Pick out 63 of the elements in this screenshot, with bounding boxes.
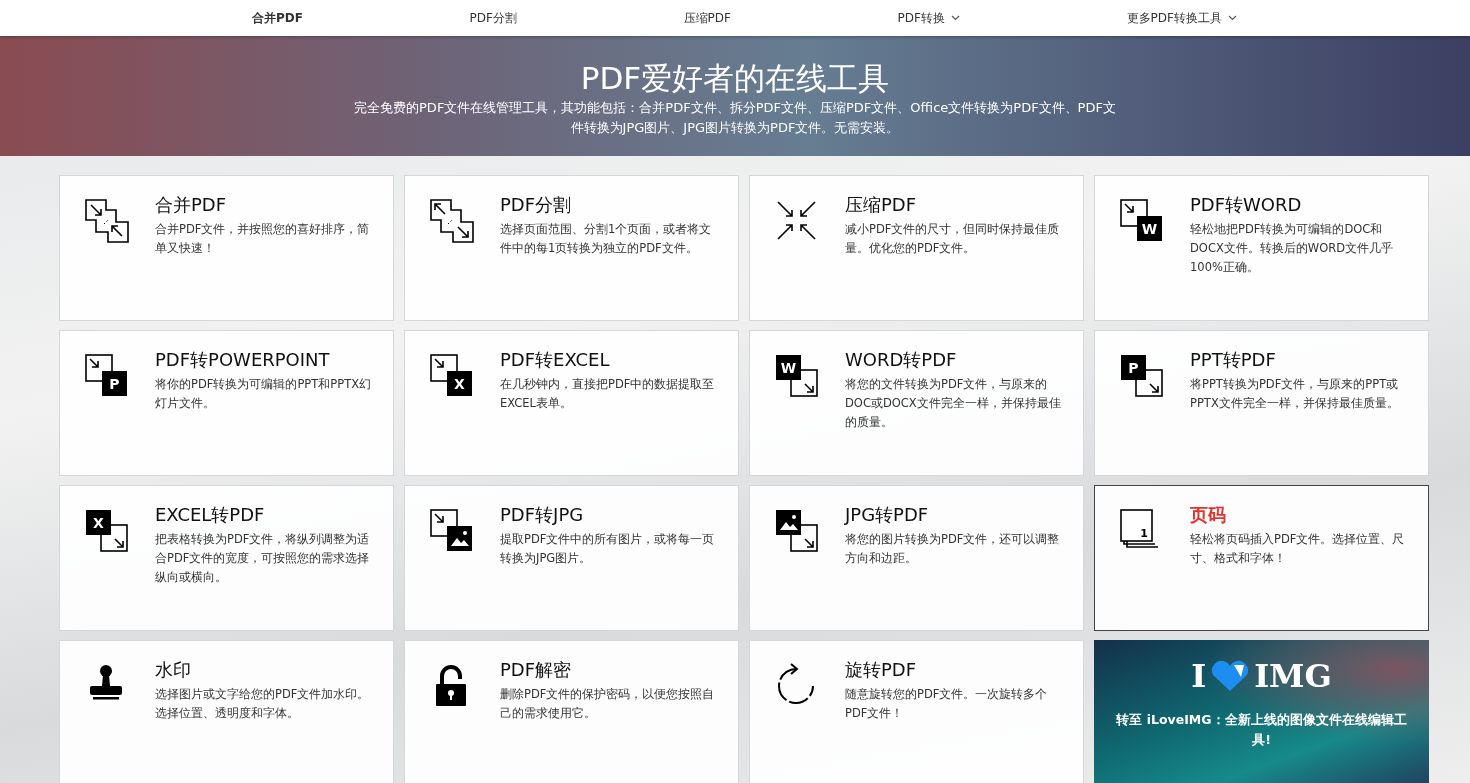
merge-arrows-icon: [84, 198, 129, 243]
tool-card[interactable]: P PPT转PDF 将PPT转换为PDF文件，与原来的PPT或PPTX文件完全一样，并保持最佳质量。: [1094, 330, 1429, 476]
tool-description: 选择页面范围、分割1个页面，或者将文件中的每1页转换为独立的PDF文件。: [500, 221, 713, 257]
tool-description: 随意旋转您的PDF文件。一次旋转多个PDF文件！: [845, 686, 1049, 722]
tool-description: 合并PDF文件，并按照您的喜好排序，简单又快速！: [155, 221, 371, 257]
promo-caption: 转至 iLoveIMG：全新上线的图像文件在线编辑工具!: [1115, 711, 1408, 749]
nav-link[interactable]: PDF转换: [897, 9, 960, 27]
tool-title: EXCEL转PDF: [155, 506, 266, 524]
tool-title: 旋转PDF: [845, 661, 918, 679]
tool-title: 压缩PDF: [845, 196, 918, 214]
tool-title: PDF转EXCEL: [500, 351, 611, 369]
tool-title: PDF转POWERPOINT: [155, 351, 331, 369]
hero-subtitle: 完全免费的PDF文件在线管理工具，其功能包括：合并PDF文件、拆分PDF文件、压缩PDF文件、Office文件转换为PDF文件、PDF文件转换为JPG图片、JPG图片转换为PDF文件。无需安装。: [353, 99, 1117, 137]
tool-card[interactable]: PDF分割 选择页面范围、分割1个页面，或者将文件中的每1页转换为独立的PDF文件。: [404, 175, 739, 321]
tool-title: PPT转PDF: [1190, 351, 1277, 369]
tool-description: 将您的图片转换为PDF文件，还可以调整方向和边距。: [845, 531, 1061, 567]
tool-title: PDF转JPG: [500, 506, 585, 524]
promo-banner[interactable]: I IMG 转至 iLoveIMG：全新上线的图像文件在线编辑工具!: [1094, 640, 1429, 783]
file-to-image-icon: [429, 508, 474, 553]
hero-title: PDF爱好者的在线工具: [580, 59, 890, 98]
tool-title: PDF转WORD: [1190, 196, 1303, 214]
nav-link[interactable]: 更多PDF转换工具: [1126, 9, 1237, 27]
image-to-file-icon: [774, 508, 819, 553]
tool-card[interactable]: X PDF转EXCEL 在几秒钟内，直接把PDF中的数据提取至EXCEL表单。: [404, 330, 739, 476]
chevron-down-icon: [1227, 15, 1237, 21]
tool-description: 选择图片或文字给您的PDF文件加水印。选择位置、透明度和字体。: [155, 686, 371, 722]
tool-description: 删除PDF文件的保护密码，以便您按照自己的需求使用它。: [500, 686, 716, 722]
tool-card[interactable]: PDF转JPG 提取PDF文件中的所有图片，或将每一页转换为JPG图片。: [404, 485, 739, 631]
tool-card[interactable]: W PDF转WORD 轻松地把PDF转换为可编辑的DOC和DOCX文件。转换后的WORD文件几乎100%正确。: [1094, 175, 1429, 321]
tool-description: 在几秒钟内，直接把PDF中的数据提取至EXCEL表单。: [500, 376, 716, 412]
tool-title: 合并PDF: [155, 196, 228, 214]
tool-description: 提取PDF文件中的所有图片，或将每一页转换为JPG图片。: [500, 531, 716, 567]
tool-title: 页码: [1190, 506, 1227, 524]
heart-icon: [1210, 660, 1251, 692]
tool-description: 把表格转换为PDF文件，将纵列调整为适合PDF文件的宽度，可按照您的需求选择纵向或横向。: [155, 531, 371, 586]
tool-title: WORD转PDF: [845, 351, 958, 369]
logo-text: I: [1191, 656, 1207, 696]
nav-link[interactable]: 压缩PDF: [683, 9, 731, 27]
tool-title: 水印: [155, 661, 192, 679]
tool-title: PDF解密: [500, 661, 573, 679]
chevron-down-icon: [950, 15, 960, 21]
tool-card[interactable]: PDF解密 删除PDF文件的保护密码，以便您按照自己的需求使用它。: [404, 640, 739, 783]
tool-description: 将你的PDF转换为可编辑的PPT和PPTX幻灯片文件。: [155, 376, 373, 412]
tool-title: JPG转PDF: [845, 506, 930, 524]
tool-card[interactable]: X EXCEL转PDF 把表格转换为PDF文件，将纵列调整为适合PDF文件的宽度，可按照您的需求选择纵向或横向。: [59, 485, 394, 631]
split-arrows-icon: [429, 198, 474, 243]
tool-card[interactable]: 水印 选择图片或文字给您的PDF文件加水印。选择位置、透明度和字体。: [59, 640, 394, 783]
tool-card[interactable]: JPG转PDF 将您的图片转换为PDF文件，还可以调整方向和边距。: [749, 485, 1084, 631]
tool-title: PDF分割: [500, 196, 573, 214]
tool-description: 轻松将页码插入PDF文件。选择位置、尺寸、格式和字体！: [1190, 531, 1406, 567]
tool-card[interactable]: 1 页码 轻松将页码插入PDF文件。选择位置、尺寸、格式和字体！: [1094, 485, 1429, 631]
nav-link[interactable]: PDF分割: [469, 9, 517, 27]
nav-link[interactable]: 合并PDF: [252, 9, 303, 27]
logo-text: IMG: [1254, 656, 1332, 696]
tool-card[interactable]: 旋转PDF 随意旋转您的PDF文件。一次旋转多个PDF文件！: [749, 640, 1084, 783]
tool-card[interactable]: W WORD转PDF 将您的文件转换为PDF文件，与原来的DOC或DOCX文件完全一样，并保持最佳的质量。: [749, 330, 1084, 476]
tool-card[interactable]: 压缩PDF 减小PDF文件的尺寸，但同时保持最佳质量。优化您的PDF文件。: [749, 175, 1084, 321]
tool-card[interactable]: P PDF转POWERPOINT 将你的PDF转换为可编辑的PPT和PPTX幻灯片文件。: [59, 330, 394, 476]
tool-description: 减小PDF文件的尺寸，但同时保持最佳质量。优化您的PDF文件。: [845, 221, 1061, 257]
tool-description: 轻松地把PDF转换为可编辑的DOC和DOCX文件。转换后的WORD文件几乎100%正确。: [1190, 221, 1395, 276]
tool-card[interactable]: 合并PDF 合并PDF文件，并按照您的喜好排序，简单又快速！: [59, 175, 394, 321]
tool-description: 将您的文件转换为PDF文件，与原来的DOC或DOCX文件完全一样，并保持最佳的质量。: [845, 376, 1062, 431]
tool-description: 将PPT转换为PDF文件，与原来的PPT或PPTX文件完全一样，并保持最佳质量。: [1190, 376, 1400, 412]
